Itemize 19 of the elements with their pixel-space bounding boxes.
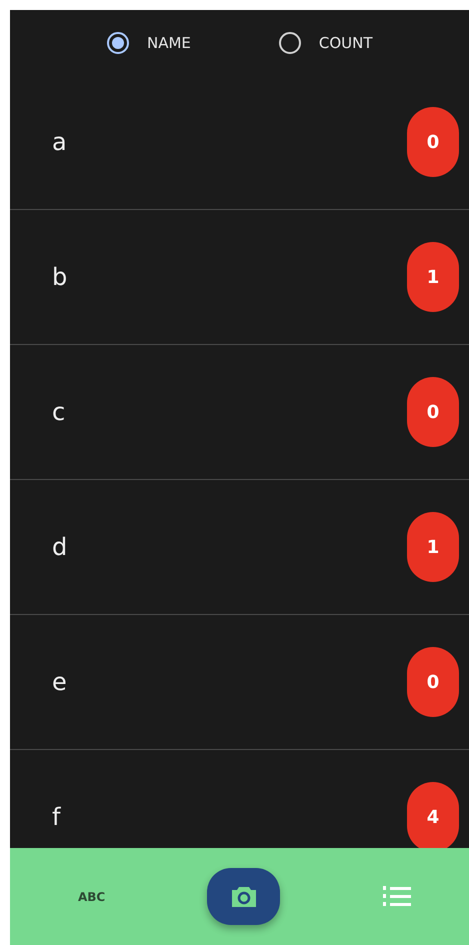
radio-label: NAME xyxy=(147,34,191,52)
count-badge: 4 xyxy=(407,782,459,848)
radio-button[interactable] xyxy=(278,32,301,54)
radio-button[interactable] xyxy=(107,32,129,54)
camera-icon xyxy=(230,884,258,908)
count-badge: 1 xyxy=(407,242,459,312)
count-badge: 0 xyxy=(407,107,459,177)
camera-button[interactable] xyxy=(207,868,280,925)
abc-tab[interactable]: ABC xyxy=(78,890,106,904)
radio-label: COUNT xyxy=(318,34,373,52)
count-badge: 0 xyxy=(407,647,459,717)
item-name: a xyxy=(52,128,67,156)
item-name: f xyxy=(52,803,60,831)
item-name: d xyxy=(52,533,68,561)
item-name: e xyxy=(52,668,67,696)
item-name: b xyxy=(52,263,68,291)
count-badge: 0 xyxy=(407,377,459,447)
count-badge: 1 xyxy=(407,512,459,582)
item-name: c xyxy=(52,398,66,426)
